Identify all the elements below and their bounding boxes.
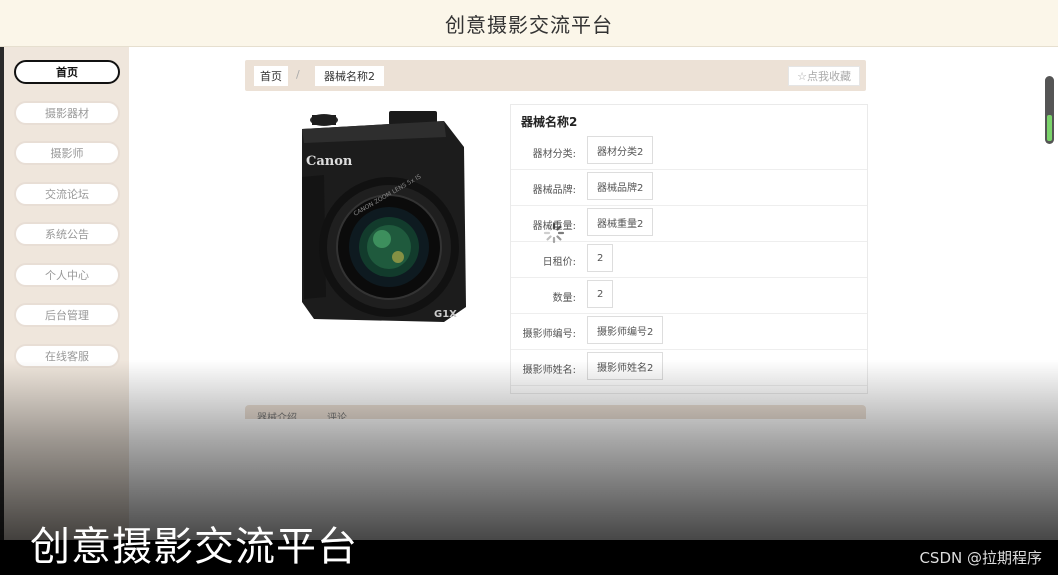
site-title: 创意摄影交流平台 [445,12,613,37]
tab-description[interactable]: 器械介绍 [257,409,297,419]
sidebar-item-announcements[interactable]: 系统公告 [14,222,120,246]
sidebar-item-personal-center[interactable]: 个人中心 [14,262,120,287]
info-label: 器材分类: [532,149,576,160]
breadcrumb: 首页 / 器械名称2 ☆点我收藏 [245,60,866,91]
svg-text:Canon: Canon [306,154,353,169]
sidebar-item-customer-service[interactable]: 在线客服 [14,343,120,368]
watermark: CSDN @拉期程序 [919,549,1042,567]
info-row-quantity: 数量: 2 [511,277,867,314]
tab-comments[interactable]: 评论 [327,409,347,419]
breadcrumb-separator: / [296,68,300,81]
info-label: 摄影师编号: [522,329,576,340]
scrollbar[interactable] [1045,76,1054,144]
info-value: 2 [587,280,614,308]
info-label: 日租价: [542,257,576,268]
sidebar-item-admin[interactable]: 后台管理 [14,303,120,327]
detail-tabs: 器械介绍 评论 [245,405,866,419]
scrollbar-thumb[interactable] [1047,115,1052,141]
breadcrumb-current: 器械名称2 [315,66,384,86]
video-caption: 创意摄影交流平台 [30,524,358,570]
loading-spinner-icon [543,222,565,244]
sidebar: 首页摄影器材摄影师交流论坛系统公告个人中心后台管理在线客服 [4,47,129,575]
info-label: 器械品牌: [532,185,576,196]
sidebar-item-photographers[interactable]: 摄影师 [14,141,120,165]
sidebar-item-equipment[interactable]: 摄影器材 [14,100,120,125]
product-name: 器械名称2 [521,115,578,129]
info-label: 摄影师姓名: [522,365,576,376]
site-header: 创意摄影交流平台 [0,0,1058,47]
sidebar-item-home[interactable]: 首页 [14,60,120,84]
info-value: 器械品牌2 [587,172,654,200]
info-value: 2 [587,244,614,272]
info-value: 摄影师姓名2 [587,352,664,380]
info-row-category: 器材分类: 器材分类2 [511,133,867,170]
info-row-photographer-name: 摄影师姓名: 摄影师姓名2 [511,349,867,386]
collect-button[interactable]: ☆点我收藏 [788,66,860,86]
info-row-photographer-id: 摄影师编号: 摄影师编号2 [511,313,867,350]
sidebar-item-forum[interactable]: 交流论坛 [14,181,120,206]
breadcrumb-home-link[interactable]: 首页 [254,66,288,86]
product-info-card: 器械名称2 器材分类:器材分类2器械品牌:器械品牌2器械重量:器械重量2日租价:… [510,104,868,394]
product-image: Canon G1X CANON ZOOM LENS 5x IS [302,111,466,322]
info-label: 数量: [552,293,576,304]
main-content: 首页 / 器械名称2 ☆点我收藏 Canon G1X CANON ZOOM LE… [129,47,1058,575]
info-row-brand: 器械品牌: 器械品牌2 [511,169,867,206]
info-value: 器材分类2 [587,136,654,164]
svg-text:G1X: G1X [434,309,457,320]
info-value: 器械重量2 [587,208,654,236]
info-value: 摄影师编号2 [587,316,664,344]
info-row-daily-rent: 日租价: 2 [511,241,867,278]
